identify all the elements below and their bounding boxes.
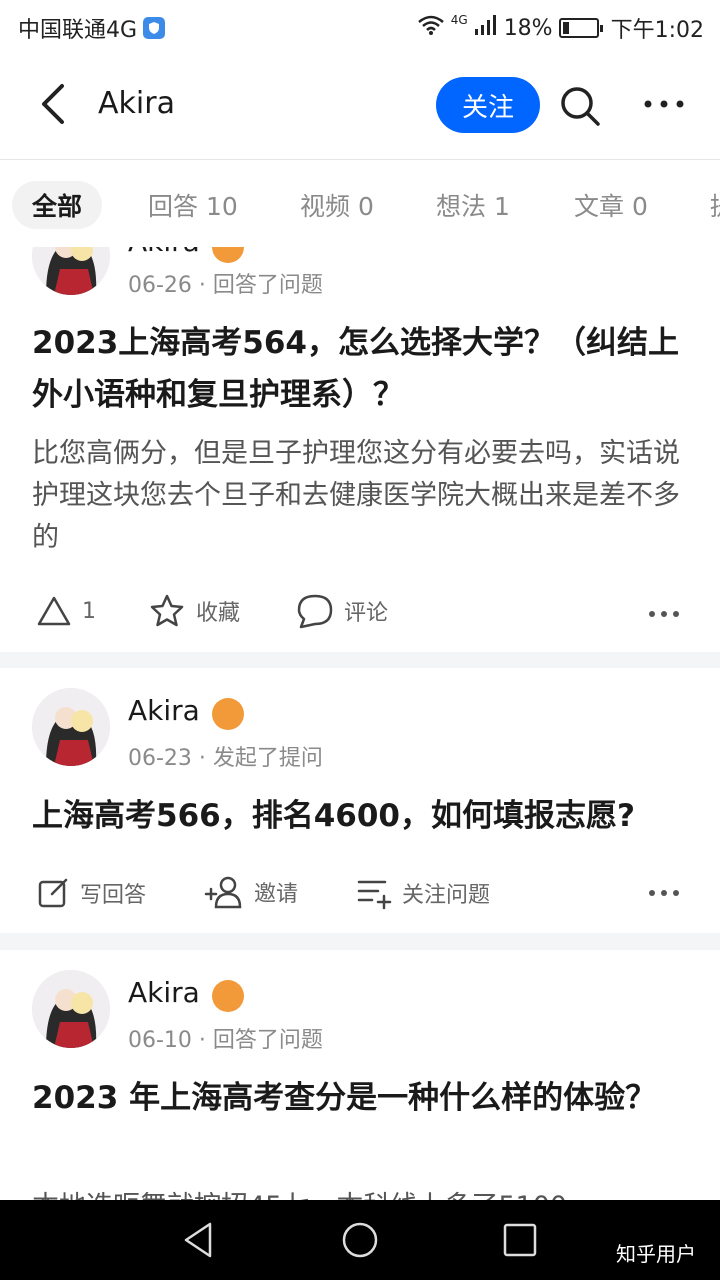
- follow-question-label: 关注问题: [402, 883, 491, 908]
- content-tabs: 全部 回答 10 视频 0 想法 1 文章 0 提: [0, 161, 720, 247]
- upvote-icon: [37, 596, 71, 626]
- answer-excerpt[interactable]: 比您高俩分，但是旦子护理您这分有必要去吗，实话说护理这块您去个旦子和去健康医学院…: [32, 433, 692, 559]
- edit-icon: [38, 878, 68, 908]
- watermark: 知乎用户: [616, 1242, 696, 1266]
- upvote-count: 1: [82, 598, 96, 624]
- network-type: 4G: [450, 13, 468, 27]
- tab-thoughts[interactable]: 想法 1: [436, 181, 510, 229]
- badge-icon: [212, 698, 244, 730]
- comment-label: 评论: [344, 601, 389, 626]
- more-button[interactable]: [640, 84, 688, 124]
- page-title: Akira: [98, 86, 175, 121]
- follow-button[interactable]: 关注: [436, 77, 540, 133]
- author-name[interactable]: Akira: [128, 976, 200, 1009]
- add-list-icon: [357, 880, 392, 910]
- profile-header: Akira 关注: [0, 50, 720, 160]
- star-icon: [150, 594, 184, 627]
- comment-button[interactable]: 评论: [296, 593, 388, 629]
- chevron-left-icon: [42, 84, 64, 124]
- comment-icon: [297, 594, 333, 629]
- tab-answers[interactable]: 回答 10: [148, 181, 238, 229]
- feed-card[interactable]: Akira 06-23 · 发起了提问 上海高考566，排名4600，如何填报志…: [0, 668, 720, 933]
- avatar[interactable]: [32, 247, 110, 295]
- nav-recents-button[interactable]: [500, 1220, 540, 1260]
- author-name[interactable]: Akira: [128, 694, 200, 727]
- battery-percent: 18%: [503, 15, 553, 41]
- status-bar: 中国联通4G 4G 18% 下午1:02: [0, 0, 720, 50]
- triangle-back-icon: [184, 1222, 212, 1258]
- carrier-label: 中国联通4G: [18, 18, 138, 43]
- search-button[interactable]: [556, 82, 604, 130]
- invite-label: 邀请: [254, 882, 299, 907]
- search-icon: [561, 87, 600, 126]
- activity-meta: 06-10 · 回答了问题: [128, 1028, 323, 1053]
- circle-home-icon: [342, 1222, 378, 1258]
- nav-back-button[interactable]: [180, 1220, 220, 1260]
- tab-questions[interactable]: 提: [710, 181, 720, 229]
- add-user-icon: [204, 876, 242, 909]
- author-name[interactable]: Akira: [128, 247, 200, 258]
- activity-meta: 06-26 · 回答了问题: [128, 273, 323, 298]
- feed-card[interactable]: Akira 06-10 · 回答了问题 2023 年上海高考查分是一种什么样的体…: [0, 950, 720, 1200]
- question-title[interactable]: 2023 年上海高考查分是一种什么样的体验？: [32, 1072, 692, 1124]
- system-nav-bar: 知乎用户: [0, 1200, 720, 1280]
- question-title[interactable]: 上海高考566，排名4600，如何填报志愿?: [32, 790, 692, 842]
- shield-icon: [143, 17, 166, 39]
- tab-all[interactable]: 全部: [12, 181, 103, 229]
- question-title[interactable]: 2023上海高考564，怎么选择大学？（纠结上外小语种和复旦护理系）？: [32, 317, 692, 421]
- invite-button[interactable]: 邀请: [204, 874, 298, 910]
- back-button[interactable]: [32, 80, 76, 128]
- battery-icon: [558, 18, 603, 38]
- more-icon: [649, 611, 679, 617]
- collect-button[interactable]: 收藏: [148, 593, 240, 629]
- badge-icon: [212, 980, 244, 1012]
- follow-question-button[interactable]: 关注问题: [356, 876, 490, 910]
- answer-excerpt[interactable]: 本地选呃舞就控招45七，本科线上多了5100: [32, 1186, 692, 1200]
- upvote-button[interactable]: 1: [36, 595, 96, 627]
- activity-feed: Akira 06-26 · 回答了问题 2023上海高考564，怎么选择大学？（…: [0, 247, 720, 1200]
- feed-card[interactable]: Akira 06-26 · 回答了问题 2023上海高考564，怎么选择大学？（…: [0, 247, 720, 652]
- clock: 下午1:02: [610, 18, 704, 43]
- card-more-button[interactable]: [646, 878, 682, 908]
- wifi-icon: [417, 14, 445, 42]
- nav-home-button[interactable]: [340, 1220, 380, 1260]
- tab-articles[interactable]: 文章 0: [574, 181, 648, 229]
- badge-icon: [212, 247, 244, 263]
- collect-label: 收藏: [196, 601, 241, 626]
- square-recents-icon: [503, 1223, 537, 1257]
- write-answer-label: 写回答: [80, 883, 147, 908]
- card-more-button[interactable]: [646, 599, 682, 629]
- tab-videos[interactable]: 视频 0: [300, 181, 374, 229]
- write-answer-button[interactable]: 写回答: [36, 876, 146, 910]
- signal-icon: [474, 15, 498, 41]
- more-icon: [644, 100, 684, 108]
- avatar[interactable]: [32, 970, 110, 1048]
- more-icon: [649, 890, 679, 896]
- avatar[interactable]: [32, 688, 110, 766]
- activity-meta: 06-23 · 发起了提问: [128, 746, 323, 771]
